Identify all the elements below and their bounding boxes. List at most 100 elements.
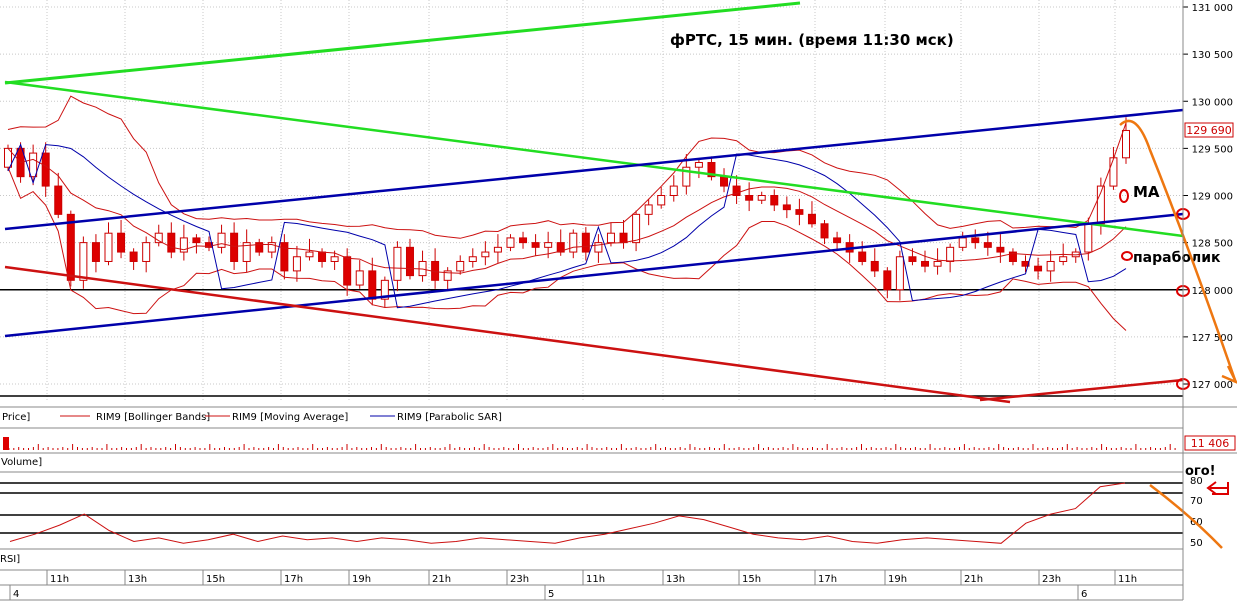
candle-body [79,242,88,281]
candle-body [807,213,816,225]
candle-body [405,246,414,277]
candle-body [305,251,314,258]
chart-title: фРТС, 15 мин. (время 11:30 мск) [670,31,954,49]
candle-body [745,195,754,201]
candle-body [1122,129,1130,159]
x-hour-label: 23h [1042,574,1061,585]
x-hour-label: 11h [50,574,69,585]
volume-bars [3,437,1176,450]
candle-body [921,260,930,267]
candle-body [1046,260,1055,272]
last-price-value: 129 690 [1186,124,1232,137]
candle-body [355,270,364,286]
x-hour-label: 17h [818,574,837,585]
candle-body [720,176,729,187]
rsi-line [9,482,1126,544]
candle-body [167,232,176,253]
candle-body [456,260,465,272]
x-hour-label: 15h [742,574,761,585]
candle-body [858,251,867,262]
ogo-arrow [1206,481,1229,495]
chart-svg: фРТС, 15 мин. (время 11:30 мск) 131 0001… [0,0,1237,601]
y-tick-label: 130 000 [1192,97,1233,108]
rsi-tick-70: 70 [1190,496,1203,507]
x-hour-label: 23h [510,574,529,585]
candle-body [870,260,879,272]
rsi-tick-50: 50 [1190,538,1203,549]
candle-body [908,256,917,262]
candle-body [619,232,628,244]
candle-body [644,204,653,215]
annotation-ogo: ого! [1185,464,1216,479]
legend-bollinger: RIM9 [Bollinger Bands] [96,412,210,423]
candle-body [1034,265,1043,272]
x-hour-label: 21h [964,574,983,585]
candle-body [606,232,615,244]
candle-body [883,270,892,291]
candle-body [694,162,703,168]
candle-body [192,237,201,244]
candle-body [669,185,678,196]
y-tick-label: 128 000 [1192,286,1233,297]
candle-body [581,232,590,253]
candle-body [29,152,38,178]
candle-body [895,256,904,291]
legend-price: Price] [2,412,30,423]
candle-body [757,195,766,201]
candle-body [933,260,942,267]
candle-body [996,246,1005,253]
candle-body [368,270,377,300]
candle-body [946,246,955,262]
candle-body [544,242,553,248]
candle-body [569,232,578,253]
x-hour-label: 13h [666,574,685,585]
volume-bar-large [3,437,9,450]
candle-body [1109,157,1118,187]
candle-body [41,152,50,187]
x-hour-label: 19h [352,574,371,585]
candle-body [1084,223,1093,253]
candle-body [770,195,779,206]
candle-body [393,246,402,281]
candle-body [468,256,477,262]
candle-body [657,195,666,206]
x-day-label: 4 [13,589,19,600]
candle-body [506,237,515,248]
x-hour-label: 13h [128,574,147,585]
candle-body [91,242,100,262]
legend-moving-average: RIM9 [Moving Average] [232,412,348,423]
y-tick-label: 129 000 [1192,192,1233,203]
chart-window: фРТС, 15 мин. (время 11:30 мск) 131 000 1… [0,0,1237,602]
x-hour-label: 15h [206,574,225,585]
candle-body [983,242,992,248]
x-hour-label: 11h [586,574,605,585]
candle-body [795,209,804,215]
x-hour-label: 17h [284,574,303,585]
candle-body [820,223,829,239]
candle-body [117,232,126,253]
candle-body [833,237,842,244]
annotation-parabolic: параболик [1133,250,1221,266]
candle-body [958,237,967,248]
candle-body [66,213,75,281]
rsi-forecast-arrow [1149,484,1223,549]
y-tick-label: 127 500 [1192,333,1233,344]
rsi-polyline [9,482,1126,544]
price-axis: 131 000 130 500 130 000 129 500 129 000 128 5… [1183,3,1233,391]
volume-label: Volume] [1,457,42,468]
candle-body [343,256,352,286]
candle-body [493,246,502,253]
candle-body [330,256,339,262]
rsi-label: RSI] [0,554,20,565]
x-hour-label: 11h [1118,574,1137,585]
y-tick-label: 129 500 [1192,144,1233,155]
candle-body [129,251,138,262]
candle-body [531,242,540,248]
candle-body [280,242,289,272]
candle-body [142,242,151,262]
x-day-label: 6 [1081,589,1087,600]
candle-body [971,237,980,244]
candle-body [782,204,791,211]
x-hour-label: 21h [432,574,451,585]
candle-body [632,213,641,244]
